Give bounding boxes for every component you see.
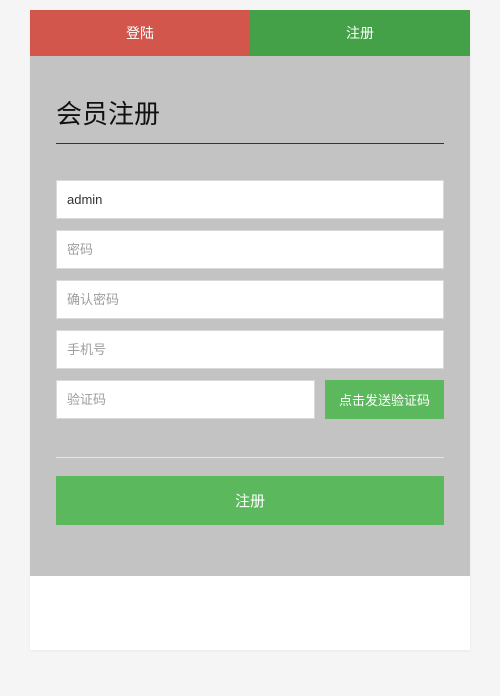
phone-input[interactable]: [56, 330, 444, 369]
confirm-password-input[interactable]: [56, 280, 444, 319]
password-field-row: [56, 230, 444, 269]
register-form-panel: 会员注册 点击发送验证码 注册: [30, 56, 470, 576]
form-divider: [56, 457, 444, 458]
confirm-password-field-row: [56, 280, 444, 319]
password-input[interactable]: [56, 230, 444, 269]
auth-tabs: 登陆 注册: [30, 10, 470, 56]
auth-card: 登陆 注册 会员注册 点击发送验: [30, 10, 470, 650]
username-field-row: [56, 180, 444, 219]
page-container: 登陆 注册 会员注册 点击发送验: [0, 0, 500, 650]
form-title: 会员注册: [56, 94, 444, 144]
tab-register[interactable]: 注册: [250, 10, 470, 56]
verification-code-input[interactable]: [56, 380, 315, 419]
submit-register-button[interactable]: 注册: [56, 476, 444, 525]
username-input[interactable]: [56, 180, 444, 219]
verification-code-row: 点击发送验证码: [56, 380, 444, 419]
tab-login[interactable]: 登陆: [30, 10, 250, 56]
phone-field-row: [56, 330, 444, 369]
send-code-button[interactable]: 点击发送验证码: [325, 380, 444, 419]
